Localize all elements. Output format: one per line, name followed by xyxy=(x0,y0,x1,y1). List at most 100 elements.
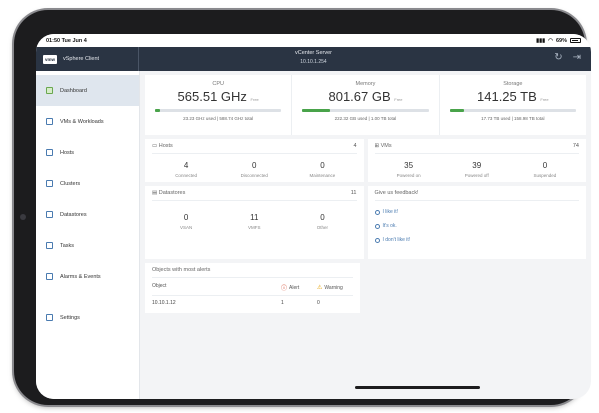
cluster-icon xyxy=(46,180,53,187)
datastores-card[interactable]: ▤ Datastores 11 0 VSAN 11 VMFS 0 Other xyxy=(145,186,364,259)
row-alert: 1 xyxy=(281,300,284,306)
tasks-icon xyxy=(46,242,53,249)
status-indicators: ▮▮▮ ◠ 69% xyxy=(536,38,581,44)
sidebar-item-vms[interactable]: VMs & Workloads xyxy=(36,106,139,137)
feedback-ok-link[interactable]: It's ok. xyxy=(374,223,580,229)
card-count: 74 xyxy=(572,143,579,149)
metric-value: 565.51 GHz Free xyxy=(177,89,259,104)
stat-disconnected: 0 Disconnected xyxy=(240,161,268,178)
home-indicator[interactable] xyxy=(355,386,480,389)
sidebar-item-dashboard[interactable]: Dashboard xyxy=(36,75,139,106)
sidebar-item-label: Tasks xyxy=(60,242,75,249)
progress-fill xyxy=(302,109,331,112)
dashboard-main: CPU 565.51 GHz Free 23.23 GHz used | 588… xyxy=(140,71,591,399)
sidebar-item-label: Dashboard xyxy=(60,87,87,94)
header-actions: ↻ ⇥ xyxy=(554,53,581,63)
signal-icon: ▮▮▮ xyxy=(536,37,546,44)
vm-icon xyxy=(46,118,53,125)
card-count: 4 xyxy=(353,143,357,149)
row-warning: 0 xyxy=(317,300,320,306)
metric-label: Storage xyxy=(503,81,523,87)
sidebar-item-label: Clusters xyxy=(60,180,81,187)
hosts-card[interactable]: ▭ Hosts 4 4 Connected 0 Disconnected 0 Main… xyxy=(145,139,364,182)
storage-progress-bar xyxy=(449,109,576,112)
stat-vsan: 0 VSAN xyxy=(179,213,193,230)
alerts-table-header: Object ⓘ Alert ⚠ Warning xyxy=(152,278,353,296)
memory-progress-bar xyxy=(302,109,429,112)
status-time: 01:50 Tue Jun 4 xyxy=(46,37,87,44)
metric-label: CPU xyxy=(212,81,224,87)
card-header: ▤ Datastores 11 xyxy=(152,190,357,201)
neutral-icon xyxy=(374,223,380,229)
col-alert: ⓘ Alert xyxy=(281,284,300,293)
memory-card[interactable]: Memory 801.67 GB Free 222.32 GB used | 1… xyxy=(292,75,440,135)
sidebar-item-label: VMs & Workloads xyxy=(60,118,104,125)
stat-vmfs: 11 VMFS xyxy=(248,213,261,230)
table-row[interactable]: 10.10.1.12 1 0 xyxy=(152,296,353,306)
datastore-feedback-row: ▤ Datastores 11 0 VSAN 11 VMFS 0 Other Give… xyxy=(145,186,586,259)
card-title: Give us feedback! xyxy=(374,190,419,196)
progress-fill xyxy=(449,109,464,112)
warning-icon: ⚠ xyxy=(317,285,323,291)
card-count: 11 xyxy=(350,190,357,196)
card-title: ▭ Hosts xyxy=(152,143,173,149)
row-object: 10.10.1.12 xyxy=(152,300,176,306)
sidebar: Dashboard VMs & Workloads Hosts Clusters… xyxy=(36,71,140,399)
metric-usage: 222.32 GB used | 1.00 TB total xyxy=(334,116,397,121)
server-ip: 10.10.1.254 xyxy=(300,59,327,65)
card-title: ⊞ VMs xyxy=(374,143,392,149)
metric-value: 801.67 GB Free xyxy=(328,89,403,104)
alerts-card: Objects with most alerts Object ⓘ Alert ⚠… xyxy=(145,263,360,313)
server-info: vCenter Server 10.10.1.254 xyxy=(36,50,591,65)
card-header: ⊞ VMs 74 xyxy=(374,143,579,154)
status-bar: 01:50 Tue Jun 4 ▮▮▮ ◠ 69% xyxy=(36,34,591,47)
col-object: Object xyxy=(152,283,167,289)
sidebar-item-label: Datastores xyxy=(60,211,87,218)
datastores-stats: 0 VSAN 11 VMFS 0 Other xyxy=(152,201,357,230)
vms-card[interactable]: ⊞ VMs 74 35 Powered on 39 Powered off 0 Sus… xyxy=(367,139,586,182)
stat-suspended: 0 Suspended xyxy=(533,161,557,178)
metric-value: 141.25 TB Free xyxy=(477,89,549,104)
sidebar-item-tasks[interactable]: Tasks xyxy=(36,230,139,261)
sidebar-item-label: Hosts xyxy=(60,149,75,156)
logout-icon[interactable]: ⇥ xyxy=(573,53,581,63)
sidebar-item-settings[interactable]: Settings xyxy=(36,302,139,333)
hosts-stats: 4 Connected 0 Disconnected 0 Maintenance xyxy=(152,154,357,178)
frown-icon xyxy=(374,237,380,243)
stat-powered-on: 35 Powered on xyxy=(396,161,421,178)
ipad-frame: 01:50 Tue Jun 4 ▮▮▮ ◠ 69% vmw vSphere Cl… xyxy=(14,10,591,405)
sidebar-item-alarms[interactable]: Alarms & Events xyxy=(36,261,139,292)
resource-summary: CPU 565.51 GHz Free 23.23 GHz used | 588… xyxy=(145,75,586,135)
sidebar-item-datastores[interactable]: Datastores xyxy=(36,199,139,230)
card-header: Give us feedback! xyxy=(374,190,579,201)
card-title: ▤ Datastores xyxy=(152,190,186,196)
app-header: vmw vSphere Client vCenter Server 10.10.… xyxy=(36,47,591,71)
sidebar-item-label: Alarms & Events xyxy=(60,273,101,280)
battery-icon xyxy=(570,38,581,43)
datastore-icon xyxy=(46,211,53,218)
wifi-icon: ◠ xyxy=(548,37,553,44)
screen: 01:50 Tue Jun 4 ▮▮▮ ◠ 69% vmw vSphere Cl… xyxy=(36,34,591,399)
metric-usage: 23.23 GHz used | 588.74 GHz total xyxy=(183,116,254,121)
progress-fill xyxy=(155,109,161,112)
storage-card[interactable]: Storage 141.25 TB Free 17.73 TB used | 1… xyxy=(440,75,586,135)
card-header: ▭ Hosts 4 xyxy=(152,143,357,154)
feedback-like-link[interactable]: I like it! xyxy=(374,209,580,215)
inventory-row: ▭ Hosts 4 4 Connected 0 Disconnected 0 Main… xyxy=(145,139,586,182)
camera-icon xyxy=(20,214,26,220)
settings-icon xyxy=(46,314,53,321)
stat-powered-off: 39 Powered off xyxy=(464,161,489,178)
feedback-dislike-link[interactable]: I don't like it! xyxy=(374,237,580,243)
col-warning: ⚠ Warning xyxy=(317,284,343,292)
cpu-card[interactable]: CPU 565.51 GHz Free 23.23 GHz used | 588… xyxy=(145,75,293,135)
sidebar-item-hosts[interactable]: Hosts xyxy=(36,137,139,168)
datastore-icon: ▤ xyxy=(152,190,159,196)
sidebar-item-clusters[interactable]: Clusters xyxy=(36,168,139,199)
sidebar-item-label: Settings xyxy=(60,314,80,321)
refresh-icon[interactable]: ↻ xyxy=(554,53,562,63)
stat-maintenance: 0 Maintenance xyxy=(309,161,336,178)
dashboard-icon xyxy=(46,87,53,94)
stat-other: 0 Other xyxy=(316,213,329,230)
metric-label: Memory xyxy=(355,81,376,87)
alert-icon: ⓘ xyxy=(281,286,288,292)
